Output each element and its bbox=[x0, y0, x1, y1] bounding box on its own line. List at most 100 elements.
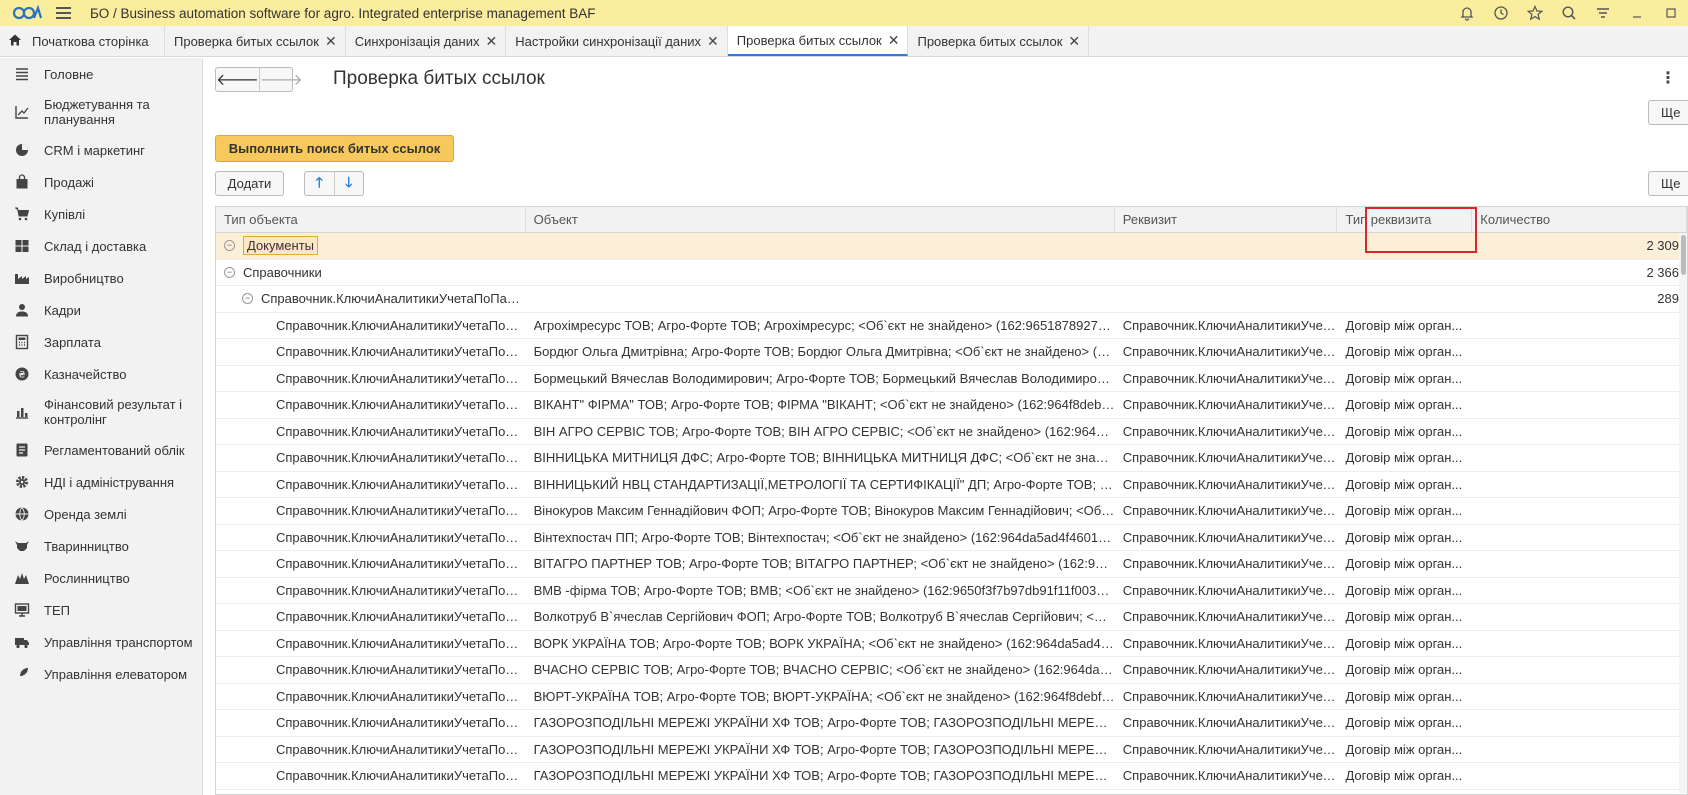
cell-property-type: Договір між орган... bbox=[1345, 662, 1463, 678]
tab-label: Проверка битых ссылок bbox=[917, 33, 1063, 49]
more-button-label: Ще bbox=[1661, 105, 1681, 120]
sidebar-item-17[interactable]: ТЕП bbox=[0, 594, 202, 626]
sidebar-item-label: Зарплата bbox=[44, 334, 101, 350]
find-broken-links-button[interactable]: Выполнить поиск битых ссылок bbox=[215, 135, 454, 162]
sidebar-item-19[interactable]: Управління елеватором bbox=[0, 658, 202, 690]
app-logo-icon[interactable] bbox=[12, 4, 42, 22]
table-row[interactable]: Справочник.КлючиАналитикиУчетаПоПа... ВІН… bbox=[216, 472, 1687, 498]
sidebar-item-5[interactable]: Купівлі bbox=[0, 198, 202, 230]
more-options-icon[interactable]: ⋮ bbox=[1660, 68, 1676, 88]
tab-sync-settings[interactable]: Настройки синхронізації даних ✕ bbox=[506, 26, 728, 56]
cell-object: ВОРК УКРАЇНА ТОВ; Агро-Форте ТОВ; ВОРК У… bbox=[533, 635, 1115, 651]
table-row[interactable]: Справочник.КлючиАналитикиУчетаПоПа... ВОР… bbox=[216, 631, 1687, 657]
sidebar-item-label: Тваринництво bbox=[44, 538, 129, 554]
forward-arrow-icon[interactable]: 🡒 bbox=[260, 68, 303, 91]
move-down-arrow-icon[interactable]: 🡓 bbox=[335, 172, 364, 195]
close-icon[interactable]: ✕ bbox=[325, 33, 337, 50]
cell-object-type: Справочник.КлючиАналитикиУчетаПоПа... bbox=[276, 503, 526, 519]
sidebar-item-6[interactable]: Склад і доставка bbox=[0, 230, 202, 262]
sidebar-item-4[interactable]: Продажі bbox=[0, 166, 202, 198]
move-up-arrow-icon[interactable]: 🡑 bbox=[305, 172, 335, 195]
star-icon[interactable] bbox=[1518, 0, 1552, 26]
tab-home[interactable]: Початкова сторінка bbox=[0, 26, 165, 56]
add-button[interactable]: Додати bbox=[215, 171, 284, 196]
table-row[interactable]: Справочник.КлючиАналитикиУчетаПоПа... ВІН… bbox=[216, 445, 1687, 472]
history-icon[interactable] bbox=[1484, 0, 1518, 26]
table-row[interactable]: Справочник.КлючиАналитикиУчетаПоПа... ГАЗ… bbox=[216, 763, 1687, 790]
close-icon[interactable]: ✕ bbox=[707, 33, 719, 50]
cell-object-type: Справочник.КлючиАналитикиУчетаПоПа... bbox=[276, 768, 526, 784]
table-row[interactable]: Справочник.КлючиАналитикиУчетаПоПа... Він… bbox=[216, 498, 1687, 525]
minimize-icon[interactable] bbox=[1620, 0, 1654, 26]
sidebar-item-label: ТЕП bbox=[44, 602, 70, 618]
main-menu-icon[interactable] bbox=[56, 3, 76, 23]
filter-menu-icon[interactable] bbox=[1586, 0, 1620, 26]
sidebar-item-14[interactable]: Оренда землі bbox=[0, 498, 202, 530]
table-group-row[interactable]: − Документы 2 309 bbox=[216, 233, 1687, 260]
sidebar-item-15[interactable]: Тваринництво bbox=[0, 530, 202, 562]
table-row[interactable]: Справочник.КлючиАналитикиУчетаПоПа... ВІК… bbox=[216, 392, 1687, 419]
table-row[interactable]: Справочник.КлючиАналитикиУчетаПоПа... ГАЗ… bbox=[216, 710, 1687, 737]
cell-object-type: Справочник.КлючиАналитикиУчетаПоПа... bbox=[276, 397, 526, 413]
column-header-count[interactable]: Количество bbox=[1472, 207, 1687, 232]
sidebar-item-12[interactable]: Регламентований облік bbox=[0, 434, 202, 466]
table-group-row[interactable]: − Справочники 2 366 bbox=[216, 260, 1687, 286]
sidebar-item-11[interactable]: Фінансовий результат і контролінг bbox=[0, 390, 202, 434]
sidebar-item-label: Продажі bbox=[44, 174, 94, 190]
sidebar-item-label: Казначейство bbox=[44, 366, 127, 382]
column-header-object[interactable]: Объект bbox=[526, 207, 1115, 232]
tab-broken-links-1[interactable]: Проверка битых ссылок ✕ bbox=[165, 26, 346, 56]
table-row[interactable]: Справочник.КлючиАналитикиУчетаПоПа... Бор… bbox=[216, 366, 1687, 392]
table-row[interactable]: Справочник.КлючиАналитикиУчетаПоПа... Агр… bbox=[216, 313, 1687, 339]
sidebar-item-13[interactable]: НДІ і адміністрування bbox=[0, 466, 202, 498]
cell-property-type: Договір між орган... bbox=[1345, 370, 1463, 386]
sidebar-item-9[interactable]: Зарплата bbox=[0, 326, 202, 358]
sidebar-item-16[interactable]: Рослинництво bbox=[0, 562, 202, 594]
more-button-top[interactable]: Ще bbox=[1648, 100, 1688, 125]
sidebar-item-2[interactable]: Бюджетування та планування bbox=[0, 90, 202, 134]
sidebar-item-7[interactable]: Виробництво bbox=[0, 262, 202, 294]
collapse-toggle-icon[interactable]: − bbox=[242, 293, 253, 305]
table-row[interactable]: Справочник.КлючиАналитикиУчетаПоПа... Бор… bbox=[216, 339, 1687, 366]
tab-broken-links-3[interactable]: Проверка битых ссылок ✕ bbox=[908, 26, 1090, 56]
column-header-object-type[interactable]: Тип объекта bbox=[216, 207, 526, 232]
cell-property: Справочник.КлючиАналитикиУчет... bbox=[1122, 741, 1338, 757]
sidebar-item-8[interactable]: Кадри bbox=[0, 294, 202, 326]
sidebar-item-1[interactable]: Головне bbox=[0, 58, 202, 90]
maximize-icon[interactable] bbox=[1654, 0, 1688, 26]
table-row[interactable]: Справочник.КлючиАналитикиУчетаПоПа... ГАЗ… bbox=[216, 737, 1687, 763]
sidebar-item-10[interactable]: ₴ Казначейство bbox=[0, 358, 202, 390]
sidebar-item-3[interactable]: CRM і маркетинг bbox=[0, 134, 202, 166]
bell-icon[interactable] bbox=[1450, 0, 1484, 26]
cell-object-type: Справочник.КлючиАналитикиУчетаПоПа... bbox=[276, 317, 526, 333]
table-scrollbar[interactable] bbox=[1679, 233, 1687, 793]
close-icon[interactable]: ✕ bbox=[888, 32, 900, 49]
table-row[interactable]: Справочник.КлючиАналитикиУчетаПоПа... Він… bbox=[216, 525, 1687, 551]
close-icon[interactable]: ✕ bbox=[1068, 33, 1080, 50]
collapse-toggle-icon[interactable]: − bbox=[224, 266, 235, 278]
cell-object-type: Справочник.КлючиАналитикиУчетаПоПа... bbox=[276, 662, 526, 678]
column-header-property[interactable]: Реквизит bbox=[1115, 207, 1338, 232]
cell-property: Справочник.КлючиАналитикиУчет... bbox=[1122, 556, 1338, 572]
tab-data-sync[interactable]: Синхронізація даних ✕ bbox=[346, 26, 507, 56]
search-icon[interactable] bbox=[1552, 0, 1586, 26]
table-row[interactable]: Справочник.КлючиАналитикиУчетаПоПа... ВІН… bbox=[216, 419, 1687, 445]
table-row[interactable]: Справочник.КлючиАналитикиУчетаПоПа... ВЮР… bbox=[216, 684, 1687, 710]
table-row[interactable]: Справочник.КлючиАналитикиУчетаПоПа... ВІТ… bbox=[216, 551, 1687, 578]
table-group-row[interactable]: − Справочник.КлючиАналитикиУчетаПоПартн..… bbox=[216, 286, 1687, 313]
more-button-table[interactable]: Ще bbox=[1648, 171, 1688, 196]
group-count: 2 366 bbox=[1646, 264, 1680, 280]
cell-property-type: Договір між орган... bbox=[1345, 529, 1463, 545]
calculator-icon bbox=[14, 334, 30, 350]
column-header-property-type[interactable]: Тип реквизита bbox=[1337, 207, 1473, 232]
back-arrow-icon[interactable]: 🡐 bbox=[216, 68, 260, 91]
table-row[interactable]: Справочник.КлючиАналитикиУчетаПоПа... ВМВ… bbox=[216, 578, 1687, 604]
collapse-toggle-icon[interactable]: − bbox=[224, 240, 235, 252]
tab-broken-links-active[interactable]: Проверка битых ссылок ✕ bbox=[727, 26, 909, 56]
group-label: Справочник.КлючиАналитикиУчетаПоПартн... bbox=[261, 291, 526, 307]
scrollbar-thumb[interactable] bbox=[1681, 235, 1686, 275]
sidebar-item-18[interactable]: Управління транспортом bbox=[0, 626, 202, 658]
table-row[interactable]: Справочник.КлючиАналитикиУчетаПоПа... Вол… bbox=[216, 604, 1687, 631]
close-icon[interactable]: ✕ bbox=[485, 33, 497, 50]
table-row[interactable]: Справочник.КлючиАналитикиУчетаПоПа... ВЧА… bbox=[216, 657, 1687, 684]
